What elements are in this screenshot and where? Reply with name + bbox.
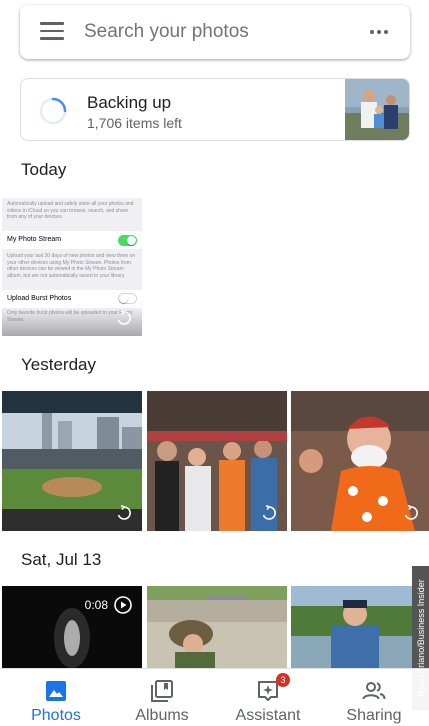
backup-photo-thumbnail [345,79,409,140]
sync-pending-icon [262,505,276,520]
backup-status-card[interactable]: Backing up 1,706 items left [20,78,410,141]
backup-count: 1,706 items left [87,115,182,131]
menu-icon[interactable] [40,22,64,42]
nav-label-photos: Photos [31,707,81,724]
section-label-today: Today [21,160,67,179]
section-label-yesterday: Yesterday [21,355,96,374]
nav-item-sharing[interactable]: Sharing [324,669,424,726]
notification-badge: 3 [276,673,290,687]
nav-label-albums: Albums [135,707,189,724]
screenshot-note: Automatically upload and safely store al… [7,201,134,220]
more-options-icon[interactable] [370,24,390,40]
search-input[interactable] [84,18,354,46]
screenshot-note: Upload your last 30 days of new photos a… [7,253,136,279]
sync-pending-icon [117,310,131,325]
photo-thumbnail-hiker[interactable] [147,586,287,668]
toggle-off-icon [118,293,137,304]
section-label-sat-jul-13: Sat, Jul 13 [21,550,102,569]
sync-pending-icon [117,505,131,520]
play-icon [114,596,132,614]
nav-label-sharing: Sharing [346,707,402,724]
nav-item-albums[interactable]: Albums [112,669,212,726]
backup-title: Backing up [87,93,172,112]
screenshot-photo-stream-label: My Photo Stream [7,236,62,243]
video-thumbnail-fireworks[interactable]: 0:08 [2,586,142,668]
nav-item-photos[interactable]: Photos [6,669,106,726]
albums-icon [151,680,173,702]
nav-item-assistant[interactable]: 3 Assistant [218,669,318,726]
photo-thumbnail-ballpark[interactable] [2,391,142,531]
photo-icon [46,681,66,701]
nav-label-assistant: Assistant [235,707,301,724]
search-bar [20,5,410,59]
bottom-navigation: Photos Albums 3 Assistant Sharing [0,668,429,726]
photo-thumbnail-man-in-hawaiian-shirt[interactable] [291,391,429,531]
backup-progress-icon [39,97,67,125]
photo-thumbnail-crowd[interactable] [147,391,287,531]
sync-pending-icon [404,505,418,520]
photo-thumbnail-settings-screenshot[interactable]: Automatically upload and safely store al… [2,192,142,336]
video-duration: 0:08 [84,598,108,612]
people-icon [362,682,386,700]
screenshot-burst-label: Upload Burst Photos [7,295,72,302]
toggle-on-icon [118,235,137,246]
photo-thumbnail-man-outdoors[interactable] [291,586,412,668]
